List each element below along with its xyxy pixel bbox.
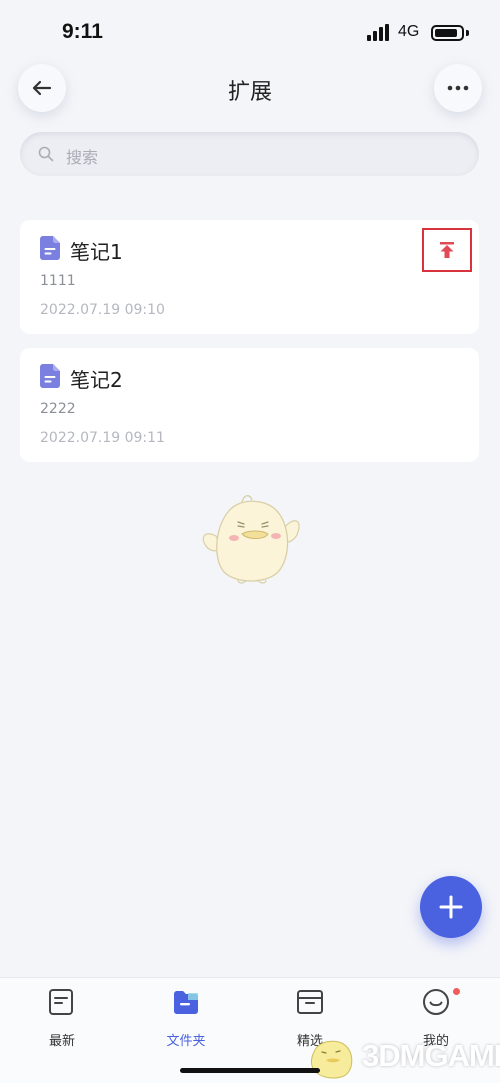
more-horizontal-icon [447, 85, 469, 91]
note-title: 笔记1 [70, 240, 123, 264]
nav-label: 文件夹 [166, 1034, 206, 1049]
status-time: 9:11 [62, 20, 103, 43]
pin-to-top-button[interactable] [422, 228, 472, 272]
pin-to-top-icon [440, 242, 454, 258]
watermark-text: 3DMGAME [362, 1038, 500, 1073]
mascot-illustration [202, 495, 300, 584]
search-icon [38, 146, 54, 162]
search-placeholder: 搜索 [66, 148, 99, 167]
folder-icon [174, 991, 198, 1014]
nav-item-folder[interactable]: 文件夹 [141, 986, 231, 1049]
battery-icon [431, 25, 464, 41]
note-preview: 1111 [40, 273, 76, 289]
document-icon [40, 236, 60, 260]
home-indicator [180, 1068, 320, 1073]
more-button[interactable] [434, 64, 482, 112]
network-type: 4G [398, 23, 420, 40]
recent-note-icon [49, 989, 73, 1015]
document-icon [40, 364, 60, 388]
page-title: 扩展 [227, 80, 272, 105]
note-card[interactable]: 笔记1 1111 2022.07.19 09:10 [20, 220, 479, 334]
nav-item-recent[interactable]: 最新 [17, 986, 107, 1049]
note-card[interactable]: 笔记2 2222 2022.07.19 09:11 [20, 348, 479, 462]
watermark: 3DMGAME [304, 1032, 500, 1082]
note-preview: 2222 [40, 401, 76, 417]
archive-box-icon [297, 990, 323, 1014]
status-bar: 9:11 4G [0, 0, 500, 60]
search-input[interactable]: 搜索 [20, 132, 479, 176]
note-date: 2022.07.19 09:11 [40, 430, 165, 446]
nav-label: 最新 [48, 1034, 75, 1049]
cellular-signal-icon [367, 24, 391, 41]
battery-cap [466, 30, 469, 36]
smiley-face-icon [423, 989, 449, 1015]
plus-icon [439, 895, 463, 919]
note-title: 笔记2 [70, 368, 123, 392]
note-date: 2022.07.19 09:10 [40, 302, 165, 318]
add-note-button[interactable] [420, 876, 482, 938]
notification-dot [453, 988, 460, 995]
